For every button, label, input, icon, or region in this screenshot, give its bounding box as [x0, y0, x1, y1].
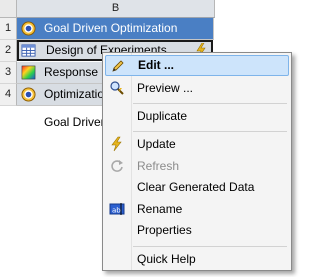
- menu-item-refresh[interactable]: Refresh: [105, 156, 289, 177]
- table-row[interactable]: 1 Goal Driven Optimization: [0, 18, 215, 40]
- goal-driven-optimization-icon: [21, 21, 36, 36]
- menu-item-edit[interactable]: Edit ...: [105, 55, 289, 76]
- menu-item-label: Quick Help: [137, 252, 196, 266]
- menu-item-label: Clear Generated Data: [137, 180, 255, 194]
- table-corner: [0, 0, 17, 18]
- context-menu: Edit ... Preview ... Duplicate Update Re…: [102, 52, 292, 271]
- row-number: 1: [0, 18, 17, 40]
- svg-text:ab: ab: [112, 207, 121, 215]
- menu-separator: [133, 131, 287, 132]
- menu-item-label: Properties: [137, 223, 192, 237]
- menu-item-label: Duplicate: [137, 109, 188, 123]
- preview-icon: [110, 81, 124, 95]
- pencil-icon: [112, 60, 124, 72]
- menu-separator: [133, 246, 287, 247]
- refresh-icon: [111, 160, 123, 172]
- menu-item-label: Rename: [137, 202, 183, 216]
- design-of-experiments-icon: [21, 44, 36, 57]
- rename-icon: ab: [109, 203, 125, 215]
- cell-label: Optimization: [44, 87, 111, 101]
- row-number: 3: [0, 62, 17, 84]
- cell-goal-driven-optimization[interactable]: Goal Driven Optimization: [17, 18, 214, 40]
- menu-item-update[interactable]: Update: [105, 134, 289, 155]
- menu-item-clear-generated-data[interactable]: Clear Generated Data: [105, 177, 289, 198]
- menu-item-label: Preview ...: [137, 81, 194, 95]
- menu-item-properties[interactable]: Properties: [105, 220, 289, 241]
- menu-item-quick-help[interactable]: Quick Help: [105, 249, 289, 270]
- menu-item-label: Refresh: [137, 159, 180, 173]
- menu-item-preview[interactable]: Preview ...: [105, 78, 289, 99]
- menu-item-rename[interactable]: ab Rename: [105, 199, 289, 220]
- design-table: B 1 Goal Driven Optimization 2 Design of…: [0, 0, 215, 106]
- cell-label: Goal Driven Optimization: [44, 21, 178, 35]
- column-header-b[interactable]: B: [17, 0, 215, 18]
- menu-item-duplicate[interactable]: Duplicate: [105, 106, 289, 127]
- row-number: 2: [0, 40, 17, 62]
- response-surface-icon: [21, 65, 36, 80]
- optimization-icon: [21, 87, 36, 102]
- lightning-icon: [111, 136, 122, 152]
- row-number: 4: [0, 84, 17, 106]
- menu-item-label: Edit ...: [138, 58, 174, 72]
- menu-item-label: Update: [137, 137, 176, 151]
- menu-separator: [133, 103, 287, 104]
